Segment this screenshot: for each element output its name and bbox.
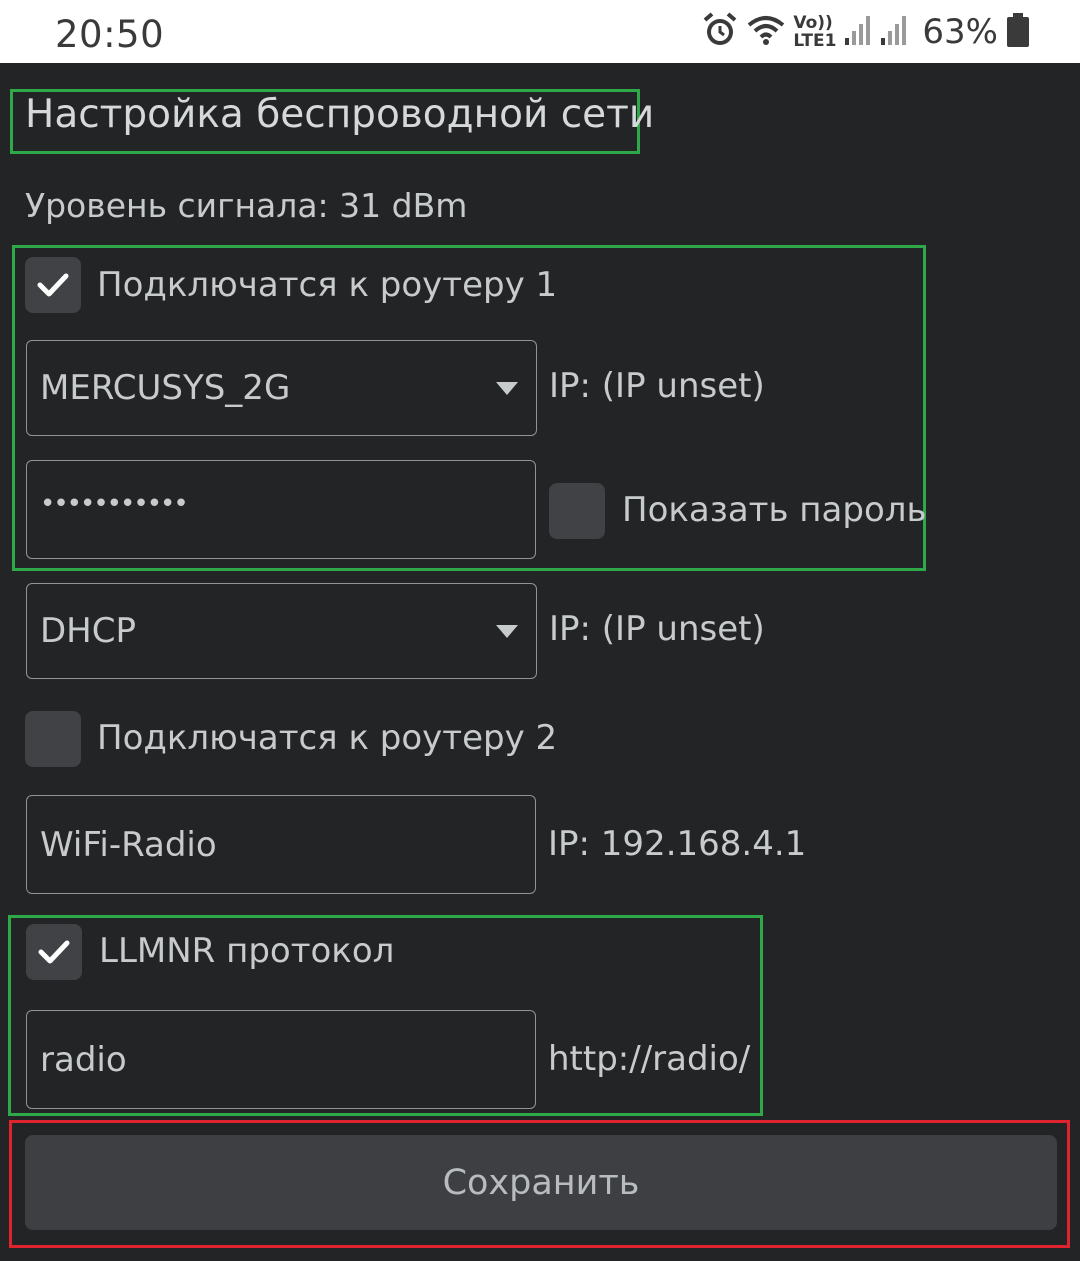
llmnr-checkbox[interactable] (26, 924, 82, 980)
llmnr-hostname-field[interactable]: radio (26, 1010, 536, 1109)
router1-password-field[interactable]: ••••••••••• (26, 460, 536, 559)
chevron-down-icon (496, 625, 518, 638)
page-title: Настройка беспроводной сети (25, 92, 655, 137)
llmnr-hostname-value: radio (40, 1039, 127, 1080)
show-password-label: Показать пароль (622, 490, 927, 530)
router1-ssid-select[interactable]: MERCUSYS_2G (26, 340, 537, 436)
ap-name-field[interactable]: WiFi-Radio (26, 795, 536, 894)
ap-name-value: WiFi-Radio (40, 824, 217, 865)
router2-checkbox[interactable] (25, 711, 81, 767)
signal-icon (880, 14, 908, 50)
llmnr-label: LLMNR протокол (99, 931, 395, 971)
ip-mode-ip: IP: (IP unset) (549, 609, 765, 649)
router1-label: Подключатся к роутеру 1 (97, 265, 558, 305)
show-password-checkbox[interactable] (549, 483, 605, 539)
signal-level: Уровень сигнала: 31 dBm (25, 186, 468, 225)
signal-icon (844, 14, 872, 50)
battery-icon (1006, 12, 1030, 52)
checkmark-icon (38, 940, 70, 964)
router2-label: Подключатся к роутеру 2 (97, 718, 558, 758)
battery-percent: 63% (922, 12, 998, 52)
router1-ip: IP: (IP unset) (549, 366, 765, 406)
status-time: 20:50 (55, 13, 165, 56)
status-icons: Vo)) LTE1 63% (701, 10, 1030, 54)
alarm-icon (701, 11, 739, 53)
password-mask: ••••••••••• (40, 489, 189, 519)
checkmark-icon (37, 273, 69, 297)
status-bar: 20:50 Vo)) LTE1 63% (0, 0, 1080, 63)
ip-mode-value: DHCP (40, 611, 136, 651)
ip-mode-select[interactable]: DHCP (26, 583, 537, 679)
volte-icon: Vo)) LTE1 (793, 13, 837, 51)
save-button[interactable]: Сохранить (25, 1135, 1057, 1230)
chevron-down-icon (496, 382, 518, 395)
llmnr-url[interactable]: http://radio/ (548, 1039, 750, 1079)
ap-ip: IP: 192.168.4.1 (548, 824, 807, 864)
router1-ssid-value: MERCUSYS_2G (40, 368, 291, 408)
router1-checkbox[interactable] (25, 257, 81, 313)
wifi-icon (747, 13, 785, 51)
